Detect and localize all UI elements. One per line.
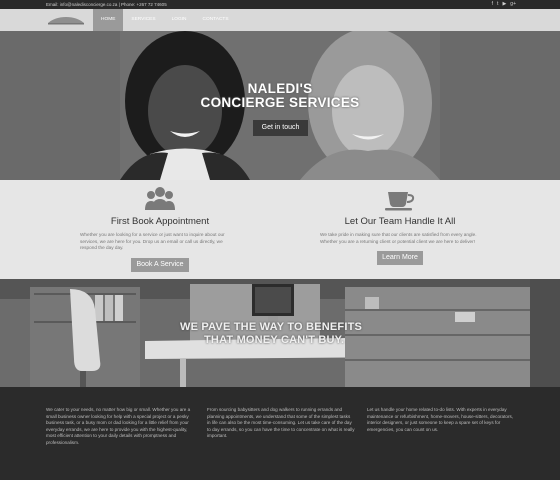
hero-title-line1: NALEDI'S [247,81,313,96]
nav-login[interactable]: Login [164,9,195,31]
office-photo [0,279,560,387]
main-nav: Home Services Login Contacts [93,9,237,31]
office-banner: WE PAVE THE WAY TO BENEFITS THAT MONEY C… [0,279,560,387]
hero-title-line2: CONCIERGE SERVICES [200,95,360,110]
nav-contacts[interactable]: Contacts [195,9,237,31]
footer: We cater to your needs, no matter how bi… [0,387,560,480]
logo[interactable] [47,16,85,25]
feature-book-appointment: First Book Appointment Whether you are l… [60,180,260,272]
social-links: f t ▶ g+ [492,0,516,9]
feature-title: First Book Appointment [110,216,210,227]
banner-line2: THAT MONEY CAN'T BUY. [204,334,345,346]
twitter-icon[interactable]: t [497,0,498,9]
facebook-icon[interactable]: f [492,0,493,9]
feature-team-handle: Let Our Team Handle It All We take pride… [300,180,500,266]
footer-column-2: From sourcing babysitters and dog walker… [207,407,355,438]
book-a-service-button[interactable]: Book A Service [131,257,189,272]
top-contact-bar: Email: info@naledisconcierge.co.za | Pho… [0,0,560,9]
coffee-cup-icon [385,192,415,211]
feature-text: We take pride in making sure that our cl… [320,232,477,244]
footer-column-1: We cater to your needs, no matter how bi… [46,407,191,445]
hero-section: NALEDI'S CONCIERGE SERVICES Get in touch [0,31,560,180]
navbar: Home Services Login Contacts [0,9,560,31]
banner-line1: WE PAVE THE WAY TO BENEFITS [180,321,363,333]
get-in-touch-button[interactable]: Get in touch [253,120,308,136]
nav-services[interactable]: Services [123,9,163,31]
group-icon [145,187,175,210]
features-section: First Book Appointment Whether you are l… [0,180,560,279]
contact-info: Email: info@naledisconcierge.co.za | Pho… [46,2,167,7]
footer-column-3: Let us handle your home related to-do li… [367,407,514,432]
learn-more-button[interactable]: Learn More [377,251,423,266]
feature-title: Let Our Team Handle It All [344,216,456,227]
youtube-icon[interactable]: ▶ [502,0,506,9]
nav-home[interactable]: Home [93,9,124,31]
google-plus-icon[interactable]: g+ [510,0,516,9]
feature-text: Whether you are looking for a service or… [80,232,225,251]
